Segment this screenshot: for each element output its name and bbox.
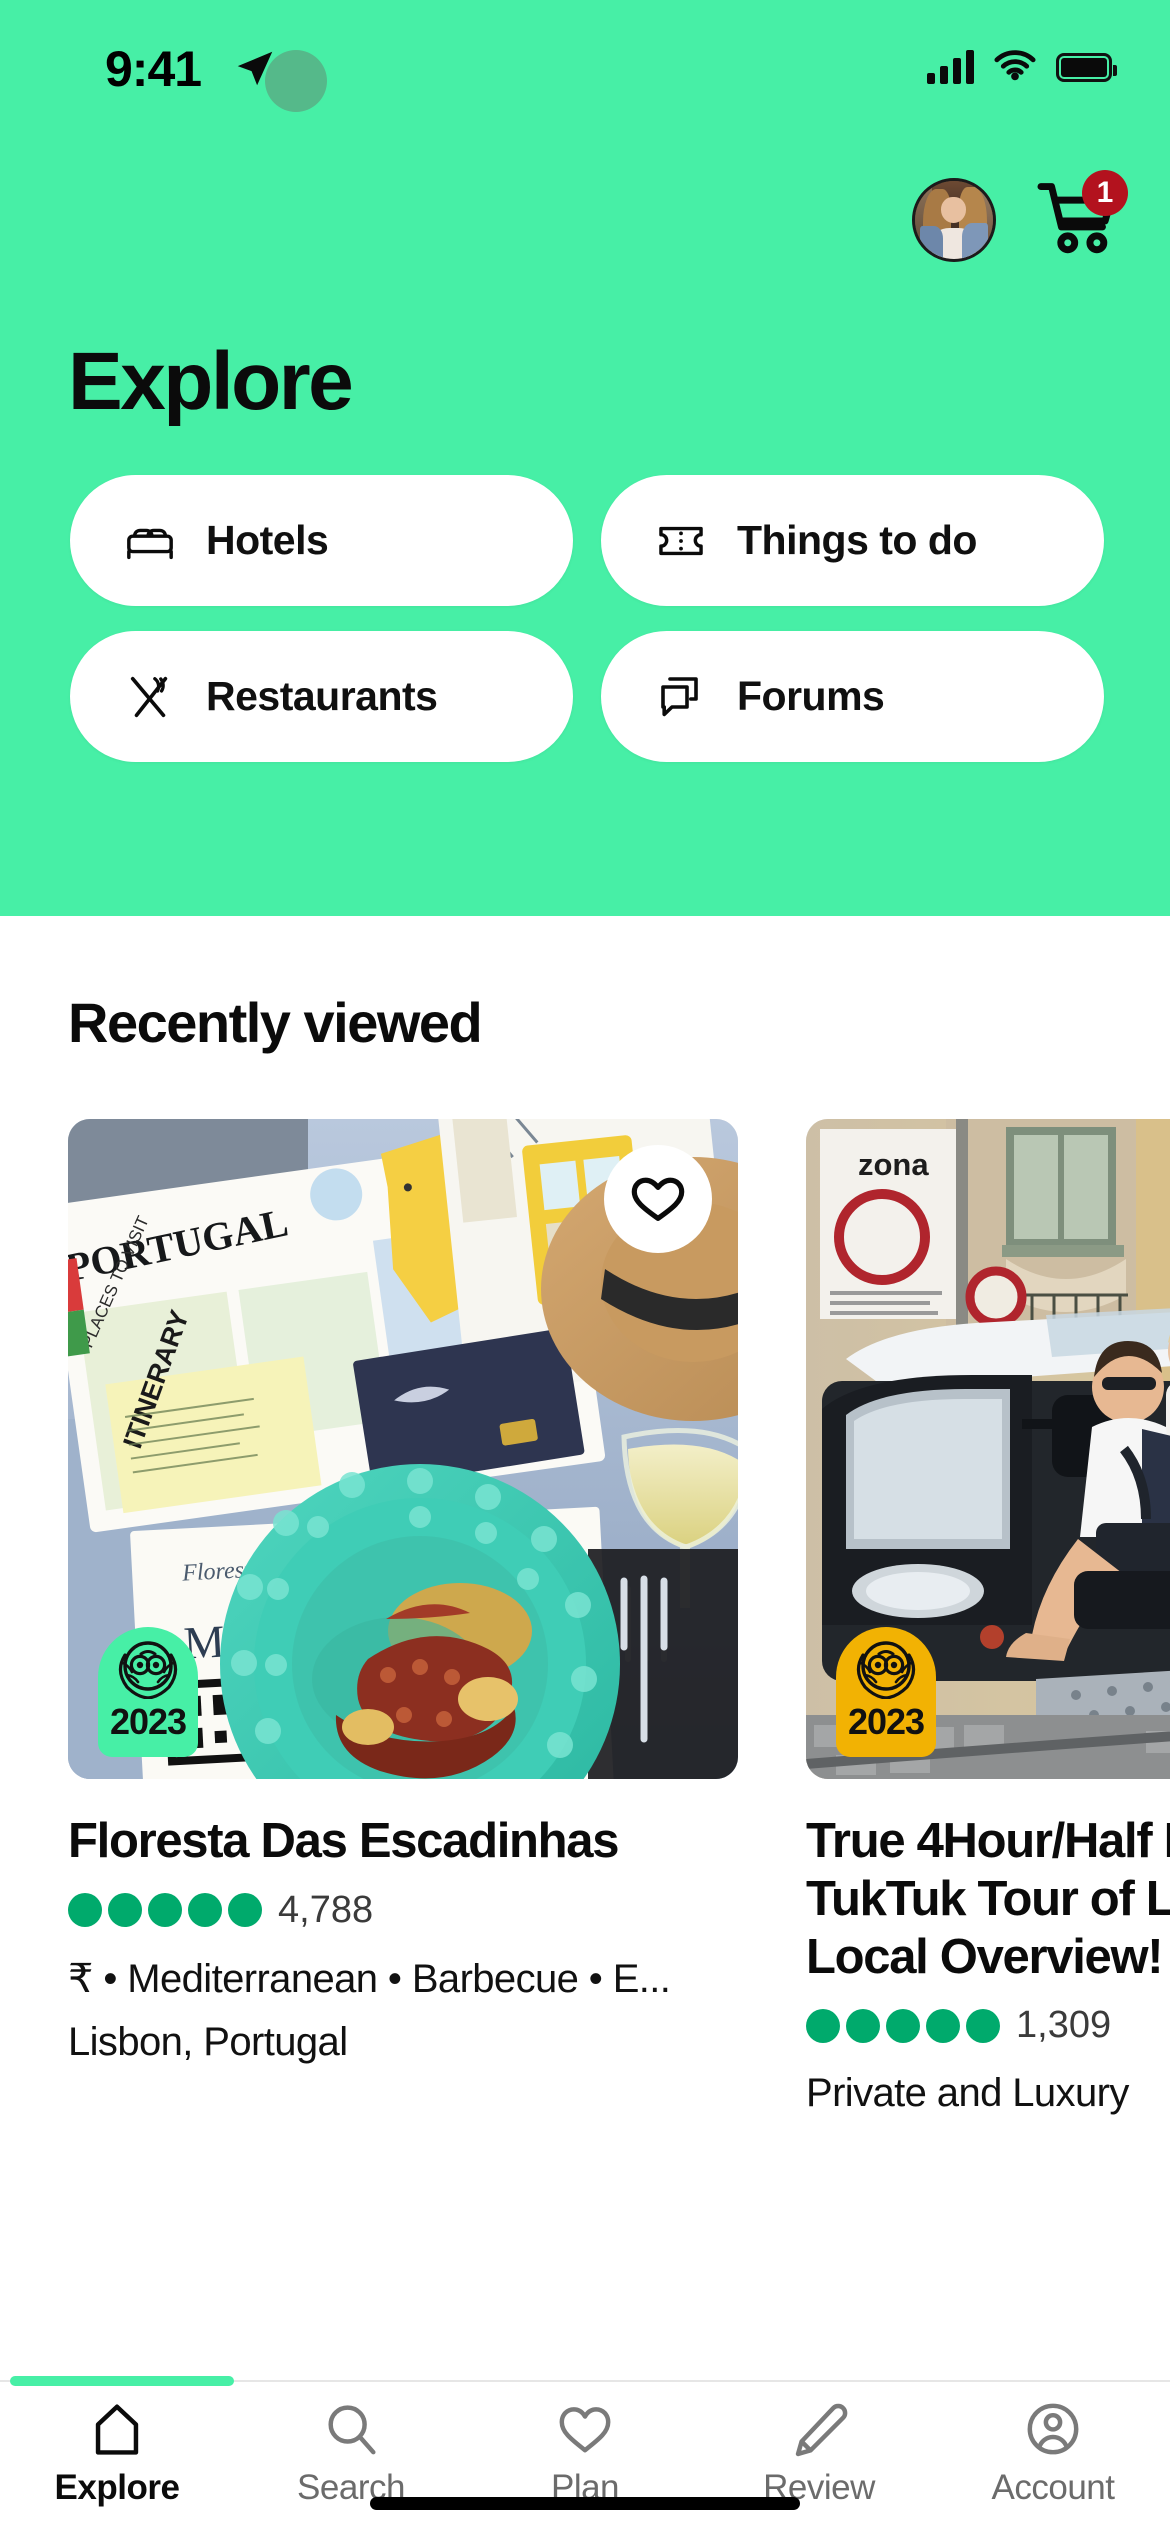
- header-actions: 1: [912, 170, 1128, 262]
- heart-outline-icon: [631, 1177, 685, 1221]
- rating-dots: [806, 2008, 1000, 2043]
- category-things-to-do[interactable]: Things to do: [601, 475, 1104, 606]
- explore-header: 9:41 1 Explore Hotels Things to do Resta…: [0, 0, 1170, 916]
- category-label: Restaurants: [206, 673, 438, 719]
- cart-badge: 1: [1082, 170, 1128, 216]
- rating-row: 1,309: [806, 2004, 1170, 2047]
- review-count: 4,788: [278, 1888, 374, 1931]
- favorite-button[interactable]: [604, 1145, 712, 1253]
- home-icon: [95, 2404, 139, 2455]
- list-item[interactable]: PORTUGAL PLACES TO VISIT ITINERARY Flore…: [68, 1119, 738, 2116]
- battery-full-icon: [1056, 52, 1117, 82]
- card-title: True 4Hour/Half Day Private TukTuk Tour …: [806, 1814, 1170, 1984]
- fork-knife-icon: [124, 671, 176, 723]
- status-bar-indicators: [927, 50, 1117, 84]
- category-restaurants[interactable]: Restaurants: [70, 631, 573, 762]
- cellular-signal-icon: [927, 50, 974, 84]
- bed-icon: [124, 515, 176, 567]
- category-label: Forums: [737, 673, 885, 719]
- tab-explore[interactable]: Explore: [0, 2382, 234, 2532]
- card-meta: Private and Luxury: [806, 2071, 1129, 2116]
- card-location: Lisbon, Portugal: [68, 2019, 348, 2064]
- tripadvisor-owl-icon: [856, 1641, 916, 1699]
- category-hotels[interactable]: Hotels: [70, 475, 573, 606]
- active-tab-indicator: [10, 2376, 234, 2386]
- dynamic-island: [265, 50, 327, 112]
- card-image[interactable]: zona 2023: [806, 1119, 1170, 1779]
- rating-dots: [68, 1893, 262, 1928]
- review-count: 1,309: [1016, 2004, 1112, 2047]
- tab-account[interactable]: Account: [936, 2382, 1170, 2532]
- app-screen: 9:41 1 Explore Hotels Things to do Resta…: [0, 0, 1170, 2532]
- avatar[interactable]: [912, 178, 996, 262]
- category-forums[interactable]: Forums: [601, 631, 1104, 762]
- rating-row: 4,788: [68, 1889, 738, 1932]
- recently-viewed-list: PORTUGAL PLACES TO VISIT ITINERARY Flore…: [68, 1119, 1170, 2116]
- wifi-icon: [993, 50, 1037, 84]
- chat-bubbles-icon: [655, 671, 707, 723]
- award-badge: 2023: [836, 1627, 936, 1757]
- tripadvisor-owl-icon: [118, 1641, 178, 1699]
- list-item[interactable]: zona 2023 True 4Hour/Half TukTuk Tour of…: [806, 1119, 1170, 2116]
- pencil-icon: [795, 2403, 848, 2457]
- heart-icon: [559, 2407, 611, 2453]
- cart-button[interactable]: 1: [1036, 170, 1128, 262]
- status-bar: 9:41: [0, 0, 1170, 112]
- card-image[interactable]: PORTUGAL PLACES TO VISIT ITINERARY Flore…: [68, 1119, 738, 1779]
- award-year: 2023: [847, 1701, 925, 1742]
- category-label: Hotels: [206, 517, 329, 563]
- card-meta: ₹ • Mediterranean • Barbecue • E...: [68, 1956, 671, 2001]
- home-indicator: [370, 2497, 800, 2510]
- card-title: Floresta Das Escadinhas: [68, 1814, 619, 1868]
- category-pills: Hotels Things to do Restaurants Forums: [70, 475, 1105, 762]
- tab-label: Explore: [54, 2468, 180, 2507]
- tab-label: Account: [991, 2468, 1115, 2507]
- page-title: Explore: [68, 336, 354, 427]
- user-circle-icon: [1027, 2403, 1079, 2455]
- svg-text:zona: zona: [858, 1147, 929, 1182]
- section-title-recently-viewed: Recently viewed: [68, 991, 483, 1054]
- ticket-icon: [655, 515, 707, 567]
- award-badge: 2023: [98, 1627, 198, 1757]
- category-label: Things to do: [737, 517, 977, 563]
- magnifier-icon: [328, 2405, 376, 2455]
- award-year: 2023: [109, 1701, 187, 1742]
- status-bar-time: 9:41: [105, 41, 202, 97]
